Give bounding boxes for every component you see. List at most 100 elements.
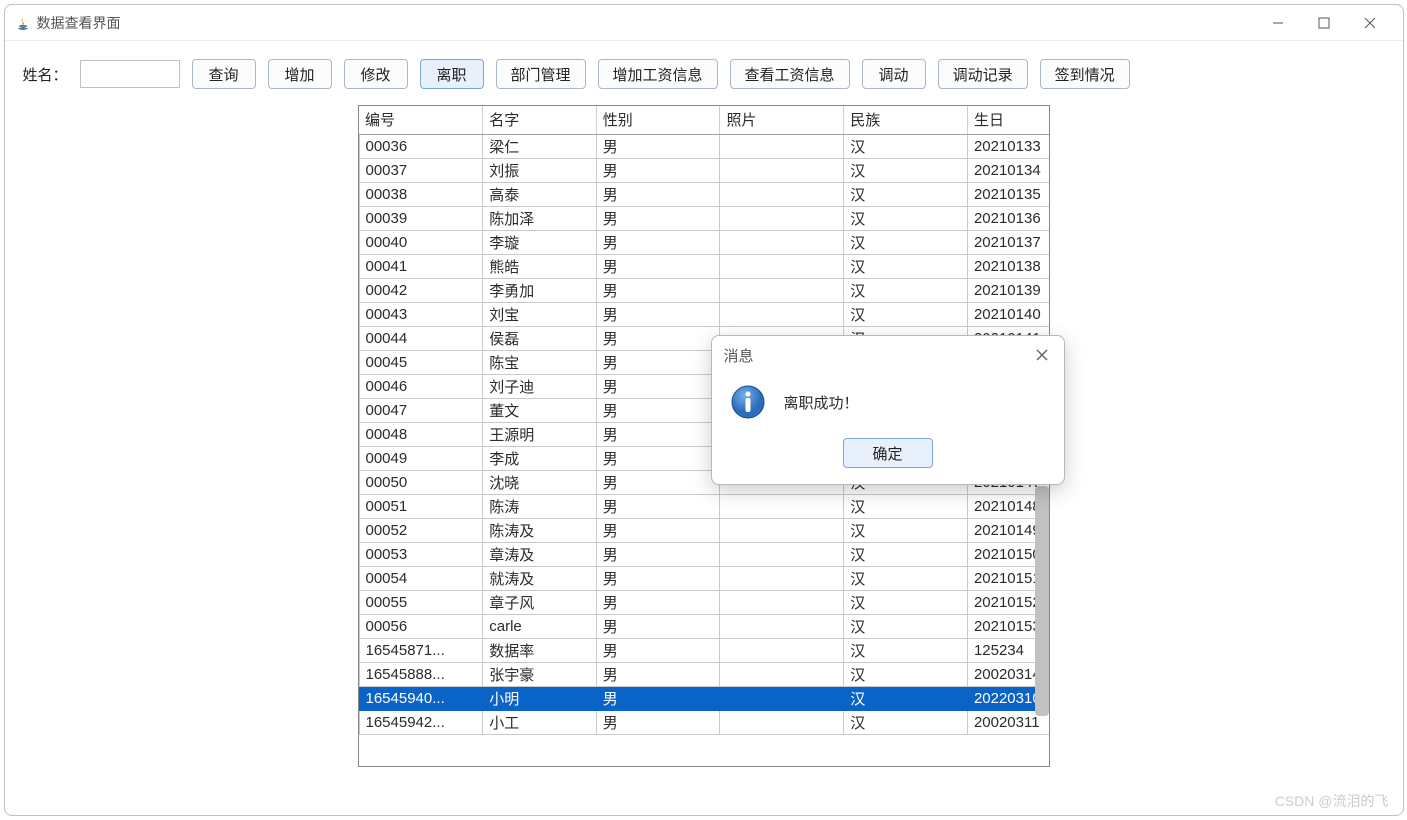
table-cell <box>720 134 844 158</box>
table-row[interactable]: 00052陈涛及男汉20210149 <box>359 518 1050 542</box>
table-cell: 00044 <box>359 326 483 350</box>
table-cell: 李璇 <box>483 230 596 254</box>
table-cell: 20210135 <box>967 182 1049 206</box>
table-cell: 男 <box>596 326 720 350</box>
table-cell: 20210137 <box>967 230 1049 254</box>
table-cell: 男 <box>596 374 720 398</box>
table-cell <box>720 638 844 662</box>
table-cell <box>720 662 844 686</box>
table-row[interactable]: 16545888...张宇豪男汉20020314 <box>359 662 1050 686</box>
table-cell: 汉 <box>844 662 968 686</box>
dept-manage-button[interactable]: 部门管理 <box>496 59 586 89</box>
table-cell: 男 <box>596 398 720 422</box>
table-header[interactable]: 名字 <box>483 106 596 134</box>
table-row[interactable]: 00036梁仁男汉20210133 <box>359 134 1050 158</box>
transfer-log-button[interactable]: 调动记录 <box>938 59 1028 89</box>
table-cell: 刘宝 <box>483 302 596 326</box>
table-cell: 00047 <box>359 398 483 422</box>
table-cell: 汉 <box>844 158 968 182</box>
table-cell: 李成 <box>483 446 596 470</box>
table-cell: 汉 <box>844 134 968 158</box>
table-cell: 汉 <box>844 638 968 662</box>
add-salary-button[interactable]: 增加工资信息 <box>598 59 718 89</box>
table-header[interactable]: 照片 <box>720 106 844 134</box>
table-cell: carle <box>483 614 596 638</box>
table-cell <box>720 710 844 734</box>
table-cell: 董文 <box>483 398 596 422</box>
table-row[interactable]: 00039陈加泽男汉20210136 <box>359 206 1050 230</box>
query-button[interactable]: 查询 <box>192 59 256 89</box>
table-cell: 00055 <box>359 590 483 614</box>
toolbar: 姓名： 查询 增加 修改 离职 部门管理 增加工资信息 查看工资信息 调动 调动… <box>5 41 1403 97</box>
name-input[interactable] <box>80 60 180 88</box>
table-cell: 汉 <box>844 710 968 734</box>
table-cell: 章子风 <box>483 590 596 614</box>
table-row[interactable]: 00051陈涛男汉20210148 <box>359 494 1050 518</box>
table-row[interactable]: 00042李勇加男汉20210139 <box>359 278 1050 302</box>
edit-button[interactable]: 修改 <box>344 59 408 89</box>
vertical-scrollbar[interactable] <box>1035 486 1049 716</box>
table-row[interactable]: 00054就涛及男汉20210151 <box>359 566 1050 590</box>
table-cell: 男 <box>596 686 720 710</box>
table-cell: 20210134 <box>967 158 1049 182</box>
table-cell: 20210133 <box>967 134 1049 158</box>
table-cell <box>720 278 844 302</box>
table-row[interactable]: 00040李璇男汉20210137 <box>359 230 1050 254</box>
table-row[interactable]: 00053章涛及男汉20210150 <box>359 542 1050 566</box>
add-button[interactable]: 增加 <box>268 59 332 89</box>
table-cell: 20210138 <box>967 254 1049 278</box>
table-cell: 男 <box>596 206 720 230</box>
table-cell: 00046 <box>359 374 483 398</box>
table-cell: 男 <box>596 518 720 542</box>
table-cell <box>720 686 844 710</box>
checkin-button[interactable]: 签到情况 <box>1040 59 1130 89</box>
table-row[interactable]: 00037刘振男汉20210134 <box>359 158 1050 182</box>
table-row[interactable]: 16545871...数据率男汉125234 <box>359 638 1050 662</box>
table-cell: 汉 <box>844 206 968 230</box>
table-cell: 男 <box>596 662 720 686</box>
maximize-button[interactable] <box>1301 8 1347 38</box>
table-cell: 男 <box>596 230 720 254</box>
name-label: 姓名： <box>23 64 68 85</box>
table-cell: 00051 <box>359 494 483 518</box>
table-row[interactable]: 16545940...小明男汉20220310 <box>359 686 1050 710</box>
table-cell: 00056 <box>359 614 483 638</box>
table-cell: 男 <box>596 614 720 638</box>
table-row[interactable]: 00038高泰男汉20210135 <box>359 182 1050 206</box>
table-header[interactable]: 民族 <box>844 106 968 134</box>
dialog-close-button[interactable] <box>1032 345 1052 365</box>
table-row[interactable]: 00041熊皓男汉20210138 <box>359 254 1050 278</box>
table-cell: 就涛及 <box>483 566 596 590</box>
table-cell <box>720 518 844 542</box>
table-cell: 男 <box>596 182 720 206</box>
table-header[interactable]: 编号 <box>359 106 483 134</box>
table-cell: 汉 <box>844 254 968 278</box>
minimize-button[interactable] <box>1255 8 1301 38</box>
table-cell: 男 <box>596 590 720 614</box>
close-button[interactable] <box>1347 8 1393 38</box>
table-row[interactable]: 00043刘宝男汉20210140 <box>359 302 1050 326</box>
table-cell: 陈涛及 <box>483 518 596 542</box>
table-header[interactable]: 性别 <box>596 106 720 134</box>
table-cell: 男 <box>596 638 720 662</box>
resign-button[interactable]: 离职 <box>420 59 484 89</box>
table-cell: 汉 <box>844 518 968 542</box>
dialog-ok-button[interactable]: 确定 <box>843 438 933 468</box>
java-icon <box>15 15 31 31</box>
table-row[interactable]: 00055章子风男汉20210152 <box>359 590 1050 614</box>
table-cell: 陈涛 <box>483 494 596 518</box>
transfer-button[interactable]: 调动 <box>862 59 926 89</box>
table-cell: 男 <box>596 422 720 446</box>
table-cell: 男 <box>596 446 720 470</box>
view-salary-button[interactable]: 查看工资信息 <box>730 59 850 89</box>
info-icon <box>730 384 766 420</box>
table-cell: 16545888... <box>359 662 483 686</box>
table-row[interactable]: 16545942...小工男汉20020311 <box>359 710 1050 734</box>
table-cell: 李勇加 <box>483 278 596 302</box>
table-cell: 王源明 <box>483 422 596 446</box>
table-cell: 00041 <box>359 254 483 278</box>
table-cell: 陈宝 <box>483 350 596 374</box>
table-row[interactable]: 00056carle男汉20210153 <box>359 614 1050 638</box>
table-header[interactable]: 生日 <box>967 106 1049 134</box>
table-cell: 男 <box>596 278 720 302</box>
